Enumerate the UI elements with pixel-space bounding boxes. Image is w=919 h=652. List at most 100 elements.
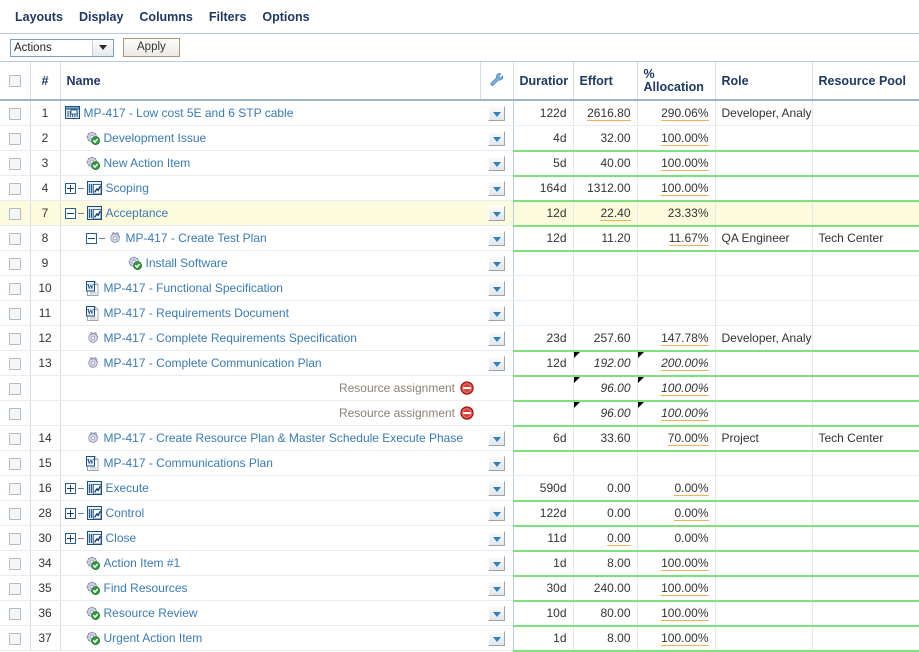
cell-duration[interactable] (513, 375, 574, 401)
table-row[interactable]: 35 Find Resources 30d 240.00 100.00% (0, 575, 919, 601)
row-actions-cell[interactable] (480, 125, 514, 151)
cell-resource-pool[interactable] (812, 375, 919, 401)
row-name-cell[interactable]: Close (60, 525, 480, 551)
cell-effort[interactable]: 240.00 (573, 575, 638, 601)
cell-role[interactable]: Developer, Analy (715, 100, 813, 126)
row-menu-button[interactable] (487, 355, 505, 371)
cell-duration[interactable]: 1d (513, 625, 574, 651)
expand-icon[interactable] (64, 182, 76, 194)
expand-icon[interactable] (64, 507, 76, 519)
cell-allocation[interactable]: 0.00% (637, 525, 716, 551)
row-checkbox[interactable] (8, 607, 21, 620)
table-row[interactable]: 3 New Action Item 5d 40.00 100.00% (0, 150, 919, 176)
expand-icon[interactable] (64, 532, 76, 544)
cell-effort[interactable]: 2616.80 (573, 100, 638, 126)
cell-resource-pool[interactable] (812, 500, 919, 526)
row-name-link[interactable]: Urgent Action Item (104, 631, 203, 645)
row-name-cell[interactable]: Execute (60, 475, 480, 501)
menu-columns[interactable]: Columns (131, 7, 200, 27)
cell-role[interactable] (715, 275, 813, 301)
row-name-cell[interactable]: MP-417 - Create Resource Plan & Master S… (60, 425, 480, 451)
column-select-all[interactable] (0, 62, 31, 101)
row-name-cell[interactable]: W MP-417 - Requirements Document (60, 300, 480, 326)
row-name-cell[interactable]: Scoping (60, 175, 480, 201)
cell-role[interactable]: Developer, Analy (715, 325, 813, 351)
cell-role[interactable] (715, 150, 813, 176)
row-name-link[interactable]: Scoping (106, 181, 149, 195)
row-checkbox[interactable] (8, 532, 21, 545)
column-actions[interactable] (480, 62, 514, 101)
row-actions-cell[interactable] (480, 225, 514, 251)
cell-duration[interactable]: 5d (513, 150, 574, 176)
cell-duration[interactable]: 1d (513, 550, 574, 576)
row-actions-cell[interactable] (480, 350, 514, 376)
cell-resource-pool[interactable] (812, 125, 919, 151)
cell-allocation[interactable]: 100.00% (637, 375, 716, 401)
row-name-link[interactable]: MP-417 - Complete Communication Plan (104, 356, 322, 370)
row-name-link[interactable]: MP-417 - Complete Requirements Specifica… (104, 331, 357, 345)
row-checkbox[interactable] (8, 632, 21, 645)
cell-duration[interactable] (513, 250, 574, 276)
cell-effort[interactable]: 11.20 (573, 225, 638, 251)
cell-duration[interactable]: 4d (513, 125, 574, 151)
row-actions-cell[interactable] (480, 325, 514, 351)
row-actions-cell[interactable] (480, 200, 514, 226)
row-checkbox[interactable] (8, 507, 21, 520)
cell-resource-pool[interactable] (812, 275, 919, 301)
cell-effort[interactable]: 40.00 (573, 150, 638, 176)
row-checkbox[interactable] (8, 207, 21, 220)
row-select-cell[interactable] (0, 550, 31, 576)
cell-resource-pool[interactable] (812, 600, 919, 626)
row-checkbox[interactable] (8, 432, 21, 445)
row-checkbox[interactable] (8, 307, 21, 320)
row-actions-cell[interactable] (480, 300, 514, 326)
row-select-cell[interactable] (0, 450, 31, 476)
cell-allocation[interactable]: 290.06% (637, 100, 716, 126)
cell-role[interactable]: Project (715, 425, 813, 451)
row-select-cell[interactable] (0, 100, 31, 126)
row-name-link[interactable]: Install Software (146, 256, 228, 270)
row-name-cell[interactable]: Action Item #1 (60, 550, 480, 576)
row-name-cell[interactable]: New Action Item (60, 150, 480, 176)
cell-allocation[interactable]: 100.00% (637, 600, 716, 626)
cell-duration[interactable] (513, 450, 574, 476)
row-name-cell[interactable]: Find Resources (60, 575, 480, 601)
cell-role[interactable]: QA Engineer (715, 225, 813, 251)
column-effort[interactable]: Effort (573, 62, 638, 101)
cell-resource-pool[interactable] (812, 625, 919, 651)
cell-resource-pool[interactable] (812, 150, 919, 176)
cell-effort[interactable]: 192.00 (573, 350, 638, 376)
row-checkbox[interactable] (8, 582, 21, 595)
cell-role[interactable] (715, 500, 813, 526)
row-checkbox[interactable] (8, 157, 21, 170)
row-actions-cell[interactable] (480, 450, 514, 476)
cell-resource-pool[interactable] (812, 400, 919, 426)
collapse-icon[interactable] (85, 232, 97, 244)
row-menu-button[interactable] (487, 155, 505, 171)
cell-resource-pool[interactable]: Tech Center (812, 225, 919, 251)
cell-effort[interactable]: 32.00 (573, 125, 638, 151)
row-select-cell[interactable] (0, 300, 31, 326)
cell-resource-pool[interactable] (812, 450, 919, 476)
cell-role[interactable] (715, 400, 813, 426)
row-menu-button[interactable] (487, 455, 505, 471)
cell-allocation[interactable] (637, 450, 716, 476)
cell-resource-pool[interactable] (812, 575, 919, 601)
row-select-cell[interactable] (0, 575, 31, 601)
table-row[interactable]: 1 MP-417 - Low cost 5E and 6 STP cable 122… (0, 100, 919, 126)
row-checkbox[interactable] (8, 407, 21, 420)
cell-resource-pool[interactable] (812, 100, 919, 126)
cell-allocation[interactable]: 11.67% (637, 225, 716, 251)
cell-resource-pool[interactable] (812, 175, 919, 201)
column-role[interactable]: Role (715, 62, 813, 101)
row-name-cell[interactable]: W MP-417 - Functional Specification (60, 275, 480, 301)
cell-allocation[interactable]: 70.00% (637, 425, 716, 451)
table-row[interactable]: 4 Scoping 164d 1312.00 100.00% (0, 175, 919, 201)
row-menu-button[interactable] (487, 480, 505, 496)
cell-role[interactable] (715, 375, 813, 401)
menu-options[interactable]: Options (254, 7, 317, 27)
cell-allocation[interactable] (637, 275, 716, 301)
row-select-cell[interactable] (0, 175, 31, 201)
actions-select[interactable]: Actions (10, 38, 114, 57)
cell-effort[interactable]: 33.60 (573, 425, 638, 451)
